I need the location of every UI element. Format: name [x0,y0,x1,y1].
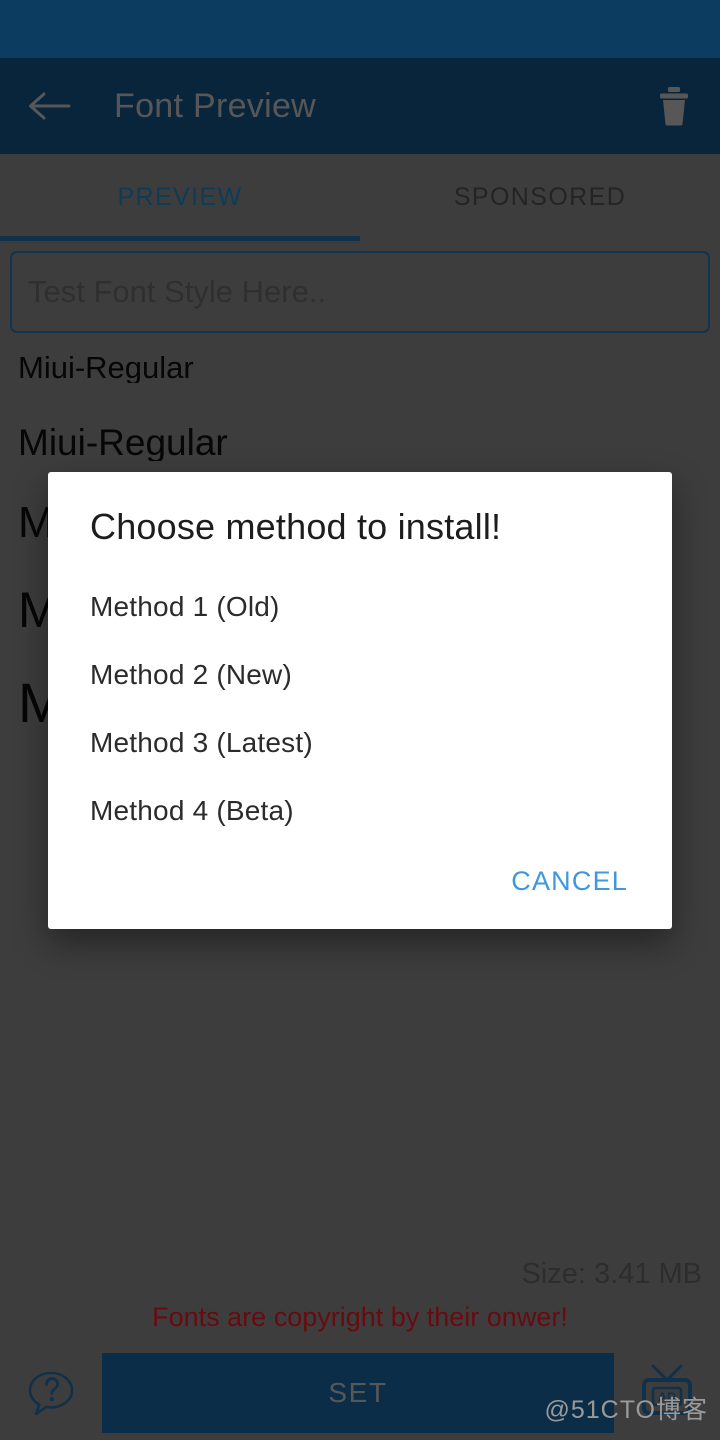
dialog-actions: CANCEL [48,846,672,929]
status-bar-overlay [0,0,720,58]
dialog-option-method-2[interactable]: Method 2 (New) [48,642,672,710]
dialog-option-list: Method 1 (Old) Method 2 (New) Method 3 (… [48,548,672,846]
install-method-dialog: Choose method to install! Method 1 (Old)… [48,472,672,929]
cancel-button[interactable]: CANCEL [509,862,630,901]
dialog-option-method-4[interactable]: Method 4 (Beta) [48,778,672,846]
dialog-title: Choose method to install! [90,506,502,547]
dialog-option-method-1[interactable]: Method 1 (Old) [48,574,672,642]
dialog-option-method-3[interactable]: Method 3 (Latest) [48,710,672,778]
